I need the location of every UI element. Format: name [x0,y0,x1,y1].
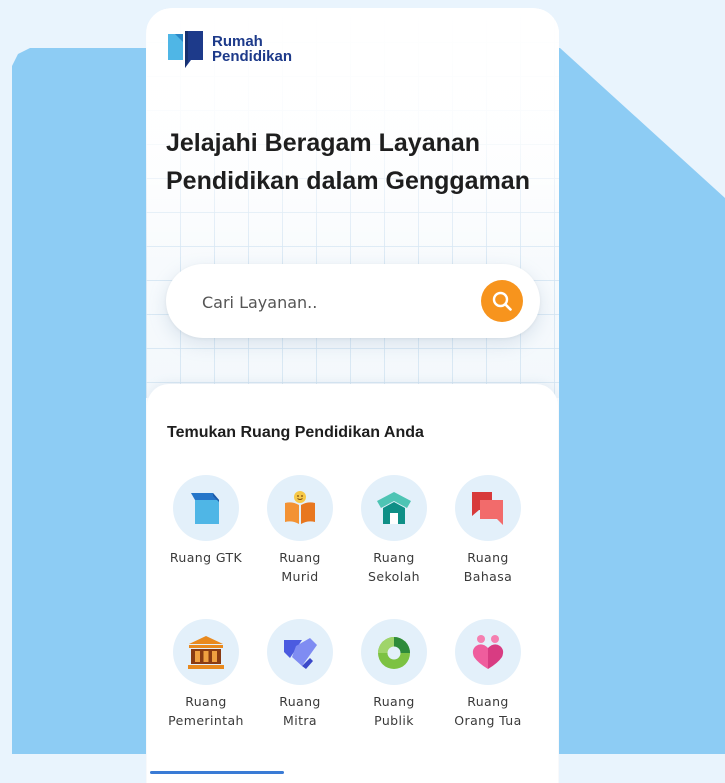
donut-chart-icon [378,637,410,669]
parents-heart-icon [472,635,504,669]
brand-name: Rumah Pendidikan [212,34,292,64]
service-ruang-publik[interactable]: Ruang Publik [347,619,441,730]
brand-name-line1: Rumah [212,33,263,50]
search-icon [492,291,512,311]
brand-logo[interactable]: Rumah Pendidikan [166,28,292,70]
phone-screen: Rumah Pendidikan Jelajahi Beragam Layana… [146,8,559,783]
service-icon-circle [267,619,333,685]
search-bar [166,264,540,338]
handshake-icon [284,638,317,669]
rumah-pendidikan-logo-icon [168,31,203,68]
chat-bubbles-icon [472,492,503,525]
service-ruang-orang-tua[interactable]: Ruang Orang Tua [441,619,535,730]
service-label: Ruang GTK [169,550,243,565]
service-label: Ruang Orang Tua [454,694,522,728]
student-book-icon [285,491,315,524]
tab-indicator [150,771,284,774]
service-ruang-mitra[interactable]: Ruang Mitra [253,619,347,730]
service-icon-circle [455,619,521,685]
services-title: Temukan Ruang Pendidikan Anda [167,424,424,441]
search-button[interactable] [481,280,523,322]
service-icon-circle [173,475,239,541]
service-label: Ruang Sekolah [368,550,420,584]
gtk-book-icon [191,493,219,524]
brand-name-line2: Pendidikan [212,48,293,65]
government-building-icon [188,636,224,669]
service-ruang-sekolah[interactable]: Ruang Sekolah [347,475,441,586]
service-icon-circle [455,475,521,541]
service-icon-circle [361,619,427,685]
service-ruang-pemerintah[interactable]: Ruang Pemerintah [159,619,253,730]
service-label: Ruang Pemerintah [168,694,244,728]
service-label: Ruang Bahasa [463,550,513,584]
service-ruang-murid[interactable]: Ruang Murid [253,475,347,586]
service-icon-circle [361,475,427,541]
service-label: Ruang Mitra [279,694,321,728]
service-icon-circle [173,619,239,685]
service-label: Ruang Publik [373,694,415,728]
hero-section: Rumah Pendidikan Jelajahi Beragam Layana… [146,8,559,398]
school-building-icon [377,492,411,524]
service-ruang-bahasa[interactable]: Ruang Bahasa [441,475,535,586]
service-ruang-gtk[interactable]: Ruang GTK [159,475,253,567]
hero-headline: Jelajahi Beragam Layanan Pendidikan dala… [166,129,530,195]
service-label: Ruang Murid [279,550,321,584]
service-icon-circle [267,475,333,541]
search-input[interactable] [200,284,464,320]
services-card: Temukan Ruang Pendidikan Anda Ruang GTK [147,384,558,783]
